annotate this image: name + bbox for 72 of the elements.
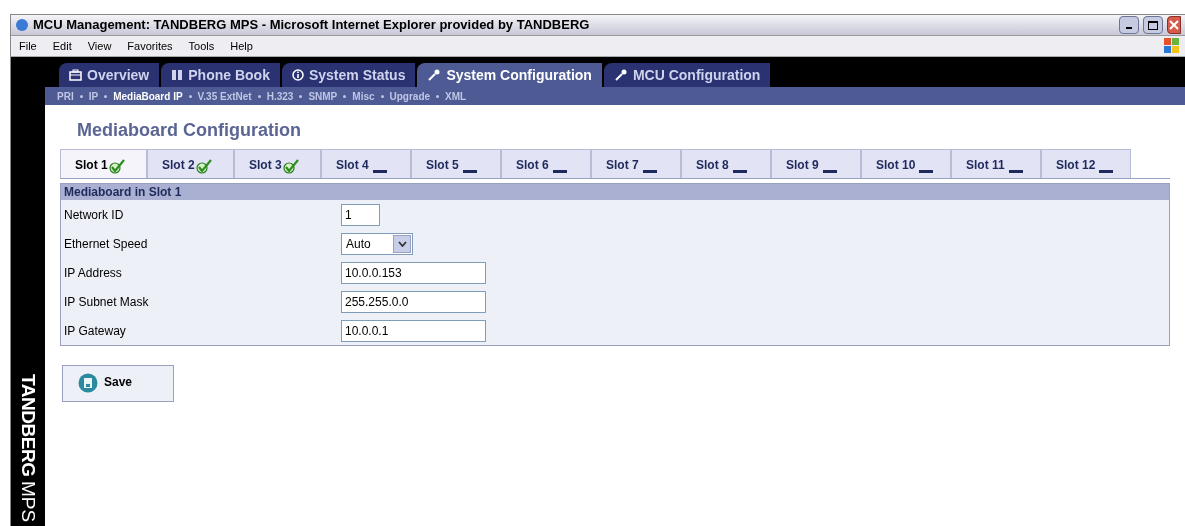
check-icon <box>281 158 300 174</box>
dash-icon <box>732 170 747 174</box>
speed-select[interactable]: Auto <box>341 232 413 255</box>
briefcase-icon <box>69 69 82 81</box>
slot-tab[interactable]: Slot 11 <box>951 149 1041 178</box>
slot-tab[interactable]: Slot 7 <box>591 149 681 178</box>
caret-icon <box>397 240 407 247</box>
slot-tab[interactable]: Slot 10 <box>861 149 951 178</box>
page-title: Mediaboard Configuration <box>76 119 302 142</box>
dash-icon <box>1099 170 1114 174</box>
wrench-icon <box>427 68 442 82</box>
main-tab[interactable]: Overview <box>59 63 160 87</box>
dash-icon <box>919 170 934 174</box>
menu-item[interactable]: Edit <box>52 37 72 55</box>
sub-nav-link[interactable]: Upgrade <box>389 88 431 104</box>
sub-nav-link[interactable]: V.35 ExtNet <box>197 88 252 104</box>
brand-product: MPS <box>17 480 41 522</box>
info-icon <box>291 69 304 81</box>
book-icon <box>171 69 184 81</box>
sub-nav-link[interactable]: SNMP <box>308 88 338 104</box>
check-icon <box>107 158 126 174</box>
dash-icon <box>372 170 387 174</box>
field-label: Network ID <box>63 206 125 224</box>
input-field[interactable]: 10.0.0.153 <box>341 261 486 284</box>
sub-nav-link[interactable]: H.323 <box>266 88 294 104</box>
sub-nav-link[interactable]: MediaBoard IP <box>113 88 183 104</box>
field-label: IP Gateway <box>63 322 127 340</box>
slot-tab[interactable]: Slot 1 <box>60 149 147 178</box>
sub-nav-link[interactable]: PRI <box>57 88 74 104</box>
dash-icon <box>642 170 657 174</box>
slot-tab[interactable]: Slot 2 <box>147 149 234 178</box>
main-tab[interactable]: Phone Book <box>161 63 280 87</box>
slot-tab[interactable]: Slot 6 <box>501 149 591 178</box>
menu-item[interactable]: Favorites <box>127 37 173 55</box>
save-icon <box>78 373 98 393</box>
browser-icon <box>15 18 29 32</box>
slot-tab[interactable]: Slot 12 <box>1041 149 1131 178</box>
main-tab[interactable]: System Status <box>281 63 416 87</box>
slot-tab[interactable]: Slot 8 <box>681 149 771 178</box>
wrench-icon <box>613 68 628 82</box>
menu-item[interactable]: Help <box>230 37 253 55</box>
field-label: IP Address <box>63 264 123 282</box>
brand-name: TANDBERG <box>17 374 41 477</box>
dash-icon <box>462 170 477 174</box>
window-title: MCU Management: TANDBERG MPS - Microsoft Internet Explorer provided by TANDBERG <box>33 16 590 35</box>
dash-icon <box>1008 170 1023 174</box>
check-icon <box>194 158 213 174</box>
input-field[interactable]: 1 <box>341 203 380 226</box>
main-tab[interactable]: MCU Configuration <box>603 63 771 87</box>
input-field[interactable]: 10.0.0.1 <box>341 319 486 342</box>
sub-nav-link[interactable]: IP <box>88 88 99 104</box>
input-field[interactable]: 255.255.0.0 <box>341 290 486 313</box>
field-label: IP Subnet Mask <box>63 293 150 311</box>
main-tab[interactable]: System Configuration <box>417 63 602 87</box>
slot-tab[interactable]: Slot 9 <box>771 149 861 178</box>
slot-tab[interactable]: Slot 3 <box>234 149 321 178</box>
panel-header: Mediaboard in Slot 1 <box>61 184 1169 200</box>
sub-nav-link[interactable]: XML <box>445 88 467 104</box>
windows-logo-icon <box>1163 37 1181 55</box>
menu-item[interactable]: Tools <box>188 37 215 55</box>
field-label: Ethernet Speed <box>63 235 149 253</box>
maximize-button[interactable] <box>1143 16 1163 34</box>
slot-tab[interactable]: Slot 4 <box>321 149 411 178</box>
menu-item[interactable]: File <box>19 37 37 55</box>
minimize-button[interactable] <box>1119 16 1139 34</box>
save-button[interactable]: Save <box>62 365 174 402</box>
sub-nav-link[interactable]: Misc <box>352 88 375 104</box>
dash-icon <box>552 170 567 174</box>
dash-icon <box>822 170 837 174</box>
slot-tab[interactable]: Slot 5 <box>411 149 501 178</box>
menu-item[interactable]: View <box>87 37 112 55</box>
close-button[interactable] <box>1167 16 1181 34</box>
